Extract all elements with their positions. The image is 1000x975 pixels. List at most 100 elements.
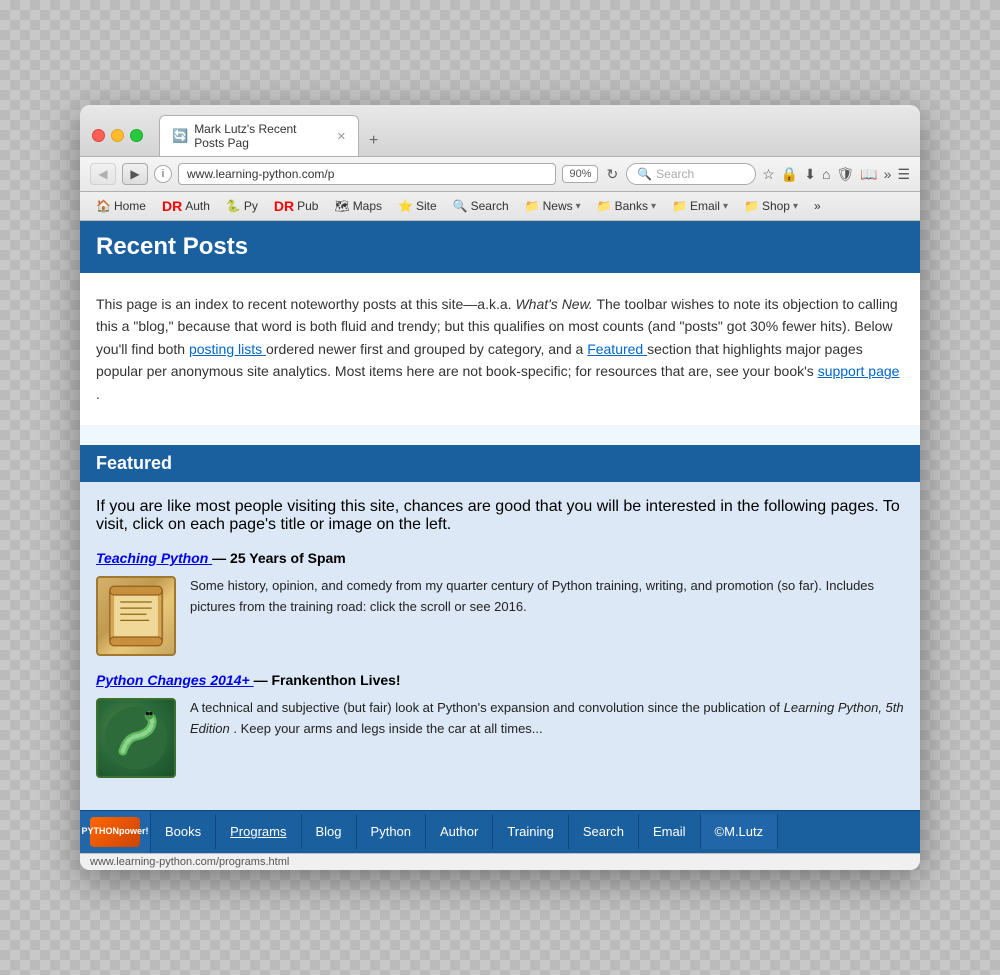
news-bookmark-icon: 📁 bbox=[525, 199, 540, 213]
footer-nav-training[interactable]: Training bbox=[493, 814, 568, 849]
download-icon[interactable]: ⬇ bbox=[804, 166, 816, 183]
browser-window: 🔄 Mark Lutz's Recent Posts Pag ✕ + ◀ ▶ i… bbox=[80, 105, 920, 870]
posting-lists-link[interactable]: posting lists bbox=[189, 341, 266, 357]
home-icon[interactable]: ⌂ bbox=[822, 166, 830, 182]
page-title: Recent Posts bbox=[96, 233, 248, 260]
footer-nav-python[interactable]: Python bbox=[357, 814, 426, 849]
bookmark-news[interactable]: 📁 News ▾ bbox=[519, 197, 587, 215]
bookmark-home-label: Home bbox=[114, 199, 146, 213]
featured-item-2-title-row: Python Changes 2014+ — Frankenthon Lives… bbox=[96, 672, 904, 688]
featured-item-2-desc: A technical and subjective (but fair) lo… bbox=[190, 698, 904, 740]
footer-logo-line2: power! bbox=[119, 827, 149, 837]
info-button[interactable]: i bbox=[154, 165, 172, 183]
py-bookmark-icon: 🐍 bbox=[226, 199, 241, 213]
email-bookmark-icon: 📁 bbox=[672, 199, 687, 213]
bookmark-search[interactable]: 🔍 Search bbox=[447, 197, 515, 215]
active-tab[interactable]: 🔄 Mark Lutz's Recent Posts Pag ✕ bbox=[159, 115, 359, 156]
intro-text-5: . bbox=[96, 386, 100, 402]
footer-nav-blog[interactable]: Blog bbox=[302, 814, 357, 849]
featured-item-2-title: Python Changes 2014+ bbox=[96, 672, 250, 688]
nav-bar: ◀ ▶ i www.learning-python.com/p 90% ↻ 🔍 … bbox=[80, 157, 920, 192]
bookmark-email[interactable]: 📁 Email ▾ bbox=[666, 197, 734, 215]
search-placeholder: Search bbox=[656, 167, 694, 181]
bookmark-news-label: News bbox=[543, 199, 573, 213]
close-button[interactable] bbox=[92, 129, 105, 142]
bookmark-shop[interactable]: 📁 Shop ▾ bbox=[738, 197, 804, 215]
featured-item-2-title-link[interactable]: Python Changes 2014+ bbox=[96, 672, 254, 688]
footer-nav: PYTHON power! Books Programs Blog Python… bbox=[80, 810, 920, 853]
bookmark-site[interactable]: ⭐ Site bbox=[392, 197, 443, 215]
featured-item-1: Teaching Python — 25 Years of Spam bbox=[96, 550, 904, 656]
tab-title: Mark Lutz's Recent Posts Pag bbox=[194, 122, 327, 150]
footer-logo[interactable]: PYTHON power! bbox=[80, 811, 151, 853]
bookmark-star-icon[interactable]: ☆ bbox=[762, 166, 775, 183]
featured-item-2-desc-after: . Keep your arms and legs inside the car… bbox=[233, 721, 542, 736]
featured-item-2-image-link[interactable] bbox=[96, 698, 176, 778]
more-icon[interactable]: » bbox=[884, 166, 892, 182]
featured-item-1-desc: Some history, opinion, and comedy from m… bbox=[190, 576, 904, 618]
featured-item-2-title-sep: — Frankenthon Lives! bbox=[254, 672, 401, 688]
featured-item-2-desc-before: A technical and subjective (but fair) lo… bbox=[190, 700, 780, 715]
news-dropdown-icon: ▾ bbox=[576, 201, 581, 212]
support-page-link[interactable]: support page bbox=[818, 363, 900, 379]
featured-item-1-thumbnail bbox=[96, 576, 176, 656]
featured-item-1-title-link[interactable]: Teaching Python bbox=[96, 550, 212, 566]
bookmark-maps[interactable]: 🗺 Maps bbox=[328, 197, 388, 215]
bookmark-home[interactable]: 🏠 Home bbox=[90, 197, 152, 215]
featured-item-1-title-row: Teaching Python — 25 Years of Spam bbox=[96, 550, 904, 566]
bookmark-shop-label: Shop bbox=[762, 199, 790, 213]
minimize-button[interactable] bbox=[111, 129, 124, 142]
featured-item-1-title: Teaching Python bbox=[96, 550, 208, 566]
back-button[interactable]: ◀ bbox=[90, 163, 116, 185]
footer-nav-author[interactable]: Author bbox=[426, 814, 493, 849]
bookmark-pub[interactable]: DR Pub bbox=[268, 196, 325, 216]
featured-section-body: If you are like most people visiting thi… bbox=[80, 482, 920, 810]
new-tab-button[interactable]: + bbox=[361, 128, 386, 154]
footer-nav-programs[interactable]: Programs bbox=[216, 814, 301, 849]
page-header: Recent Posts bbox=[80, 221, 920, 273]
forward-button[interactable]: ▶ bbox=[122, 163, 148, 185]
footer-logo-line1: PYTHON bbox=[81, 827, 119, 837]
lock-icon[interactable]: 🔒 bbox=[781, 166, 798, 183]
shield-icon[interactable]: 🛡 bbox=[836, 166, 854, 183]
featured-section-header: Featured bbox=[80, 445, 920, 482]
tab-close-button[interactable]: ✕ bbox=[337, 130, 346, 143]
footer-nav-email[interactable]: Email bbox=[639, 814, 701, 849]
bookmark-auth[interactable]: DR Auth bbox=[156, 196, 216, 216]
shop-dropdown-icon: ▾ bbox=[793, 201, 798, 212]
status-bar: www.learning-python.com/programs.html bbox=[80, 853, 920, 870]
reader-icon[interactable]: 📖 bbox=[860, 166, 877, 183]
featured-item-1-image-link[interactable] bbox=[96, 576, 176, 656]
featured-link[interactable]: Featured bbox=[587, 341, 647, 357]
bookmark-py[interactable]: 🐍 Py bbox=[220, 197, 264, 215]
tab-favicon: 🔄 bbox=[172, 128, 188, 144]
featured-intro-text: If you are like most people visiting thi… bbox=[96, 498, 904, 534]
bookmark-search-label: Search bbox=[471, 199, 509, 213]
menu-icon[interactable]: ☰ bbox=[897, 166, 910, 183]
intro-text-3: ordered newer first and grouped by categ… bbox=[266, 341, 583, 357]
bookmark-maps-label: Maps bbox=[353, 199, 382, 213]
search-bookmark-icon: 🔍 bbox=[453, 199, 468, 213]
reload-button[interactable]: ↻ bbox=[604, 164, 620, 185]
url-bar[interactable]: www.learning-python.com/p bbox=[178, 163, 556, 185]
featured-item-2-thumbnail bbox=[96, 698, 176, 778]
maximize-button[interactable] bbox=[130, 129, 143, 142]
url-text: www.learning-python.com/p bbox=[187, 167, 334, 181]
pub-bookmark-icon: DR bbox=[274, 198, 294, 214]
status-text: www.learning-python.com/programs.html bbox=[90, 856, 289, 868]
intro-text-1: This page is an index to recent notewort… bbox=[96, 296, 512, 312]
home-bookmark-icon: 🏠 bbox=[96, 199, 111, 213]
auth-bookmark-icon: DR bbox=[162, 198, 182, 214]
bookmarks-bar: 🏠 Home DR Auth 🐍 Py DR Pub 🗺 Maps ⭐ Site… bbox=[80, 192, 920, 221]
footer-nav-search[interactable]: Search bbox=[569, 814, 639, 849]
browser-search-bar[interactable]: 🔍 Search bbox=[626, 163, 756, 185]
bookmark-more[interactable]: » bbox=[808, 197, 827, 215]
banks-bookmark-icon: 📁 bbox=[597, 199, 612, 213]
email-dropdown-icon: ▾ bbox=[723, 201, 728, 212]
footer-nav-items: Books Programs Blog Python Author Traini… bbox=[151, 814, 920, 849]
footer-nav-books[interactable]: Books bbox=[151, 814, 216, 849]
bookmark-banks[interactable]: 📁 Banks ▾ bbox=[591, 197, 662, 215]
nav-icons: ☆ 🔒 ⬇ ⌂ 🛡 📖 » ☰ bbox=[762, 166, 910, 183]
bookmark-more-label: » bbox=[814, 199, 821, 213]
zoom-indicator[interactable]: 90% bbox=[562, 165, 598, 183]
